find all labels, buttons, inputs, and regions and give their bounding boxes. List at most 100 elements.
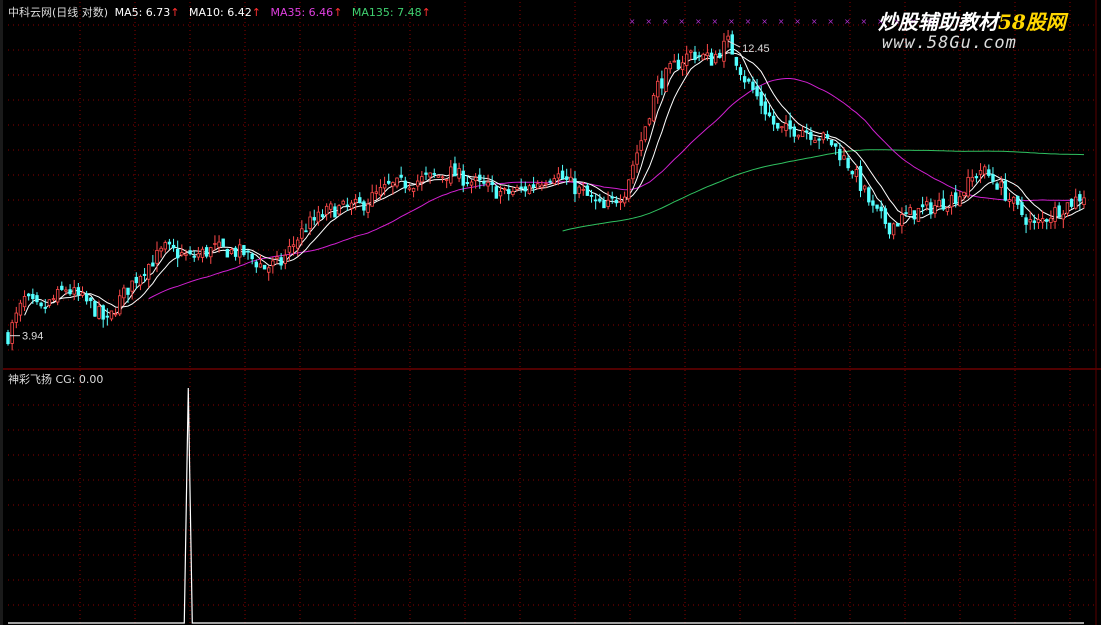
down-candle [610, 196, 614, 199]
up-candle [411, 188, 416, 192]
up-candle [337, 205, 341, 215]
up-candle [1036, 219, 1041, 223]
down-candle [126, 287, 130, 295]
down-candle [697, 55, 701, 58]
down-candle [1045, 219, 1049, 222]
watermark-cn: 炒股辅助教材 [878, 10, 998, 34]
down-candle [751, 81, 755, 90]
down-candle [589, 194, 594, 197]
up-candle [200, 248, 205, 258]
down-candle [68, 289, 72, 295]
up-candle [229, 249, 234, 255]
down-candle [304, 230, 308, 233]
up-candle [213, 243, 217, 245]
up-candle [295, 239, 300, 249]
up-candle [416, 180, 420, 187]
up-candle [324, 205, 329, 215]
signal-mark: × [827, 17, 834, 26]
up-candle [291, 244, 296, 247]
down-candle [788, 120, 792, 130]
up-candle [958, 196, 962, 207]
down-candle [399, 174, 403, 178]
up-candle [341, 200, 345, 205]
down-candle [26, 293, 31, 297]
down-candle [614, 199, 619, 204]
down-candle [453, 163, 457, 177]
up-candle [47, 299, 52, 306]
down-candle [833, 143, 838, 147]
stock-chart[interactable]: 12.453.94× × × × × × × × × × × × × × × × × × × [0, 0, 1101, 625]
up-candle [147, 263, 151, 280]
signal-mark: × [861, 17, 868, 26]
down-candle [767, 112, 772, 117]
down-candle [1032, 220, 1037, 223]
up-candle [378, 187, 383, 196]
up-candle [180, 252, 184, 256]
up-candle [420, 176, 424, 183]
down-candle [167, 241, 172, 245]
signal-mark: × [645, 17, 652, 26]
signal-mark: × [662, 17, 669, 26]
down-candle [776, 122, 780, 129]
up-candle [209, 247, 213, 258]
up-candle [457, 168, 461, 179]
down-candle [1024, 217, 1028, 225]
up-candle [10, 322, 14, 344]
up-arrow-icon: ↑ [170, 6, 180, 19]
up-candle [1007, 199, 1012, 202]
down-candle [593, 199, 598, 202]
indicator-header: 神彩飞扬 CG: 0.00 [8, 373, 104, 386]
up-candle [486, 181, 490, 187]
down-candle [920, 204, 925, 208]
down-candle [825, 134, 830, 139]
down-candle [465, 182, 470, 184]
up-candle [473, 177, 478, 182]
ma10-line [44, 52, 1085, 309]
up-candle [635, 152, 639, 165]
down-candle [747, 78, 751, 82]
down-candle [987, 169, 991, 176]
watermark-brand: 58股网 [998, 10, 1066, 34]
down-candle [142, 273, 147, 276]
down-candle [709, 52, 714, 66]
up-candle [64, 289, 68, 292]
up-arrow-icon: ↑ [421, 6, 431, 19]
up-candle [627, 179, 631, 200]
up-candle [217, 241, 221, 248]
down-candle [134, 276, 138, 284]
up-candle [391, 182, 395, 187]
down-candle [188, 250, 192, 255]
down-candle [1016, 195, 1020, 205]
down-candle [660, 78, 664, 89]
up-candle [72, 287, 76, 295]
signal-mark: × [844, 17, 851, 26]
down-candle [759, 91, 763, 106]
up-candle [780, 126, 784, 129]
up-candle [618, 201, 623, 203]
up-candle [382, 184, 387, 189]
up-candle [962, 191, 966, 196]
up-candle [606, 199, 610, 207]
up-arrow-icon: ↑ [333, 6, 343, 19]
down-candle [887, 222, 892, 235]
up-candle [366, 203, 370, 213]
signal-mark: × [678, 17, 685, 26]
down-candle [31, 293, 35, 300]
down-candle [904, 212, 908, 215]
signal-mark: × [695, 17, 702, 26]
down-candle [991, 174, 995, 182]
ma35-label: MA35: 6.46 [270, 6, 334, 19]
up-candle [155, 249, 159, 264]
up-candle [656, 80, 660, 98]
up-candle [113, 313, 118, 316]
up-candle [544, 183, 548, 186]
up-candle [680, 62, 685, 71]
down-candle [850, 171, 854, 175]
up-candle [891, 223, 896, 236]
down-candle [838, 148, 842, 161]
up-candle [329, 203, 333, 210]
signal-mark: × [629, 17, 636, 26]
up-candle [664, 68, 668, 92]
down-candle [858, 165, 863, 191]
down-candle [846, 157, 850, 169]
